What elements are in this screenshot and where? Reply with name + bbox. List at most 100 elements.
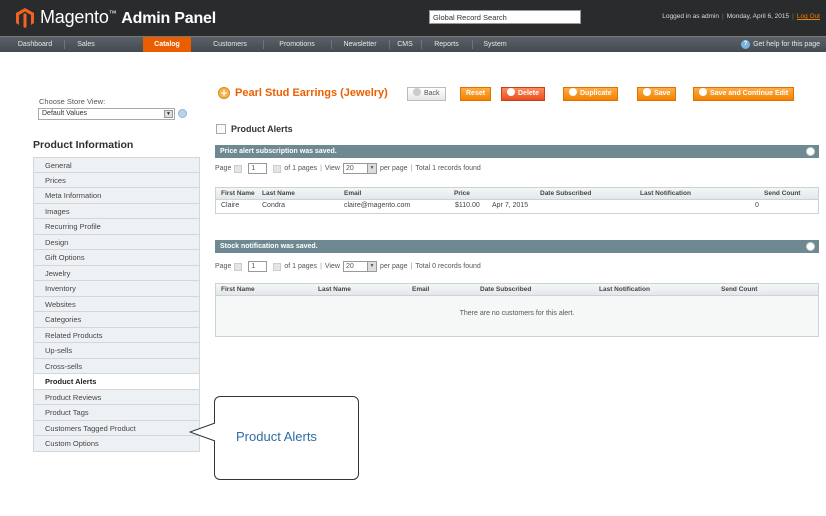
tab-meta-information[interactable]: Meta Information	[33, 188, 200, 204]
next-page-icon[interactable]	[273, 262, 282, 271]
tab-recurring-profile[interactable]: Recurring Profile	[33, 219, 200, 235]
nav-cms[interactable]: CMS	[391, 37, 419, 52]
col-send-count[interactable]: Send Count	[721, 286, 757, 293]
tab-product-tags[interactable]: Product Tags	[33, 405, 200, 421]
save-icon	[643, 88, 651, 96]
logo-suffix: Admin Panel	[121, 10, 216, 27]
admin-header: Magento™ Admin Panel Logged in as admin|…	[0, 0, 826, 36]
page-number-input[interactable]: 1	[248, 163, 268, 174]
tab-design[interactable]: Design	[33, 234, 200, 250]
chevron-down-icon: ▼	[164, 110, 173, 118]
nav-newsletter[interactable]: Newsletter	[333, 37, 387, 52]
prev-page-icon[interactable]	[234, 164, 243, 173]
back-button[interactable]: Back	[407, 87, 446, 101]
col-date-subscribed[interactable]: Date Subscribed	[480, 286, 531, 293]
main-nav: Dashboard Sales Catalog Customers Promot…	[0, 36, 826, 52]
save-continue-icon	[699, 88, 707, 96]
page-number-input[interactable]: 1	[248, 261, 268, 272]
tab-up-sells[interactable]: Up-sells	[33, 343, 200, 359]
tab-gift-options[interactable]: Gift Options	[33, 250, 200, 266]
col-email[interactable]: Email	[412, 286, 429, 293]
store-help-icon[interactable]	[178, 109, 187, 118]
price-alert-message-text: Price alert subscription was saved.	[220, 148, 337, 155]
tab-jewelry[interactable]: Jewelry	[33, 265, 200, 281]
stock-alert-message-text: Stock notification was saved.	[220, 243, 318, 250]
per-page-select[interactable]: 20 ▼	[342, 261, 377, 272]
help-link[interactable]: ? Get help for this page	[741, 37, 820, 52]
delete-icon	[507, 88, 515, 96]
duplicate-icon	[569, 88, 577, 96]
section-icon	[216, 124, 226, 134]
tab-general[interactable]: General	[33, 157, 200, 173]
tab-related-products[interactable]: Related Products	[33, 327, 200, 343]
section-header: Product Alerts	[216, 124, 293, 134]
save-continue-button[interactable]: Save and Continue Edit	[693, 87, 795, 101]
save-button[interactable]: Save	[637, 87, 677, 101]
nav-promotions[interactable]: Promotions	[265, 37, 329, 52]
page-title: Pearl Stud Earrings (Jewelry)	[235, 87, 388, 99]
logout-link[interactable]: Log Out	[797, 13, 820, 20]
nav-sales[interactable]: Sales	[66, 37, 106, 52]
nav-system[interactable]: System	[474, 37, 516, 52]
per-page-select[interactable]: 20 ▼	[342, 163, 377, 174]
col-email[interactable]: Email	[344, 190, 361, 197]
col-date-subscribed[interactable]: Date Subscribed	[540, 190, 591, 197]
col-first-name[interactable]: First Name	[221, 190, 255, 197]
empty-row: There are no customers for this alert.	[216, 296, 818, 336]
tab-customers-tagged-product[interactable]: Customers Tagged Product	[33, 420, 200, 436]
col-last-notification[interactable]: Last Notification	[640, 190, 691, 197]
tab-images[interactable]: Images	[33, 203, 200, 219]
tab-product-reviews[interactable]: Product Reviews	[33, 389, 200, 405]
help-label: Get help for this page	[753, 41, 820, 48]
page-title-row: Pearl Stud Earrings (Jewelry)	[218, 87, 388, 99]
col-first-name[interactable]: First Name	[221, 286, 255, 293]
col-price[interactable]: Price	[454, 190, 470, 197]
store-view-value: Default Values	[42, 110, 88, 117]
col-last-name[interactable]: Last Name	[262, 190, 295, 197]
cell-last-name: Condra	[262, 202, 285, 209]
tab-prices[interactable]: Prices	[33, 172, 200, 188]
global-search-input[interactable]	[429, 10, 581, 24]
delete-button[interactable]: Delete	[501, 87, 546, 101]
price-alert-pager: Page 1 of 1 pages | View 20 ▼ per page | …	[215, 163, 481, 174]
collapse-toggle-icon[interactable]	[806, 147, 815, 156]
table-row[interactable]: Claire Condra claire@magento.com $110.00…	[216, 200, 818, 213]
tab-cross-sells[interactable]: Cross-sells	[33, 358, 200, 374]
cell-send-count: 0	[755, 202, 759, 209]
cell-date-subscribed: Apr 7, 2015	[492, 202, 529, 209]
tab-product-alerts[interactable]: Product Alerts	[33, 374, 200, 390]
reset-button[interactable]: Reset	[460, 87, 492, 101]
duplicate-button[interactable]: Duplicate	[563, 87, 618, 101]
nav-reports[interactable]: Reports	[423, 37, 470, 52]
col-last-notification[interactable]: Last Notification	[599, 286, 650, 293]
magento-logo[interactable]: Magento™ Admin Panel	[16, 7, 216, 28]
magento-logo-icon	[16, 7, 34, 28]
next-page-icon[interactable]	[273, 164, 282, 173]
tab-websites[interactable]: Websites	[33, 296, 200, 312]
collapse-toggle-icon[interactable]	[806, 242, 815, 251]
header-user-info: Logged in as admin | Monday, April 6, 2015…	[662, 13, 820, 20]
prev-page-icon[interactable]	[234, 262, 243, 271]
nav-catalog[interactable]: Catalog	[143, 37, 191, 52]
help-icon: ?	[741, 40, 751, 49]
nav-dashboard[interactable]: Dashboard	[8, 37, 62, 52]
col-send-count[interactable]: Send Count	[764, 190, 800, 197]
cell-price: $110.00	[455, 202, 480, 209]
logo-brand: Magento	[40, 7, 109, 27]
logged-in-text: Logged in as admin	[662, 13, 720, 20]
price-alert-grid: First Name Last Name Email Price Date Su…	[215, 187, 819, 214]
tab-custom-options[interactable]: Custom Options	[33, 436, 200, 452]
price-alert-message: Price alert subscription was saved.	[215, 145, 819, 158]
header-date: Monday, April 6, 2015	[726, 13, 790, 20]
stock-alert-message: Stock notification was saved.	[215, 240, 819, 253]
cell-first-name: Claire	[221, 202, 240, 209]
nav-customers[interactable]: Customers	[199, 37, 261, 52]
callout-text: Product Alerts	[236, 429, 317, 444]
tab-categories[interactable]: Categories	[33, 312, 200, 328]
col-last-name[interactable]: Last Name	[318, 286, 351, 293]
empty-message: There are no customers for this alert.	[459, 310, 575, 317]
tab-inventory[interactable]: Inventory	[33, 281, 200, 297]
back-arrow-icon	[413, 88, 421, 96]
sidebar-title: Product Information	[33, 139, 134, 151]
store-view-select[interactable]: Default Values ▼	[38, 108, 175, 120]
